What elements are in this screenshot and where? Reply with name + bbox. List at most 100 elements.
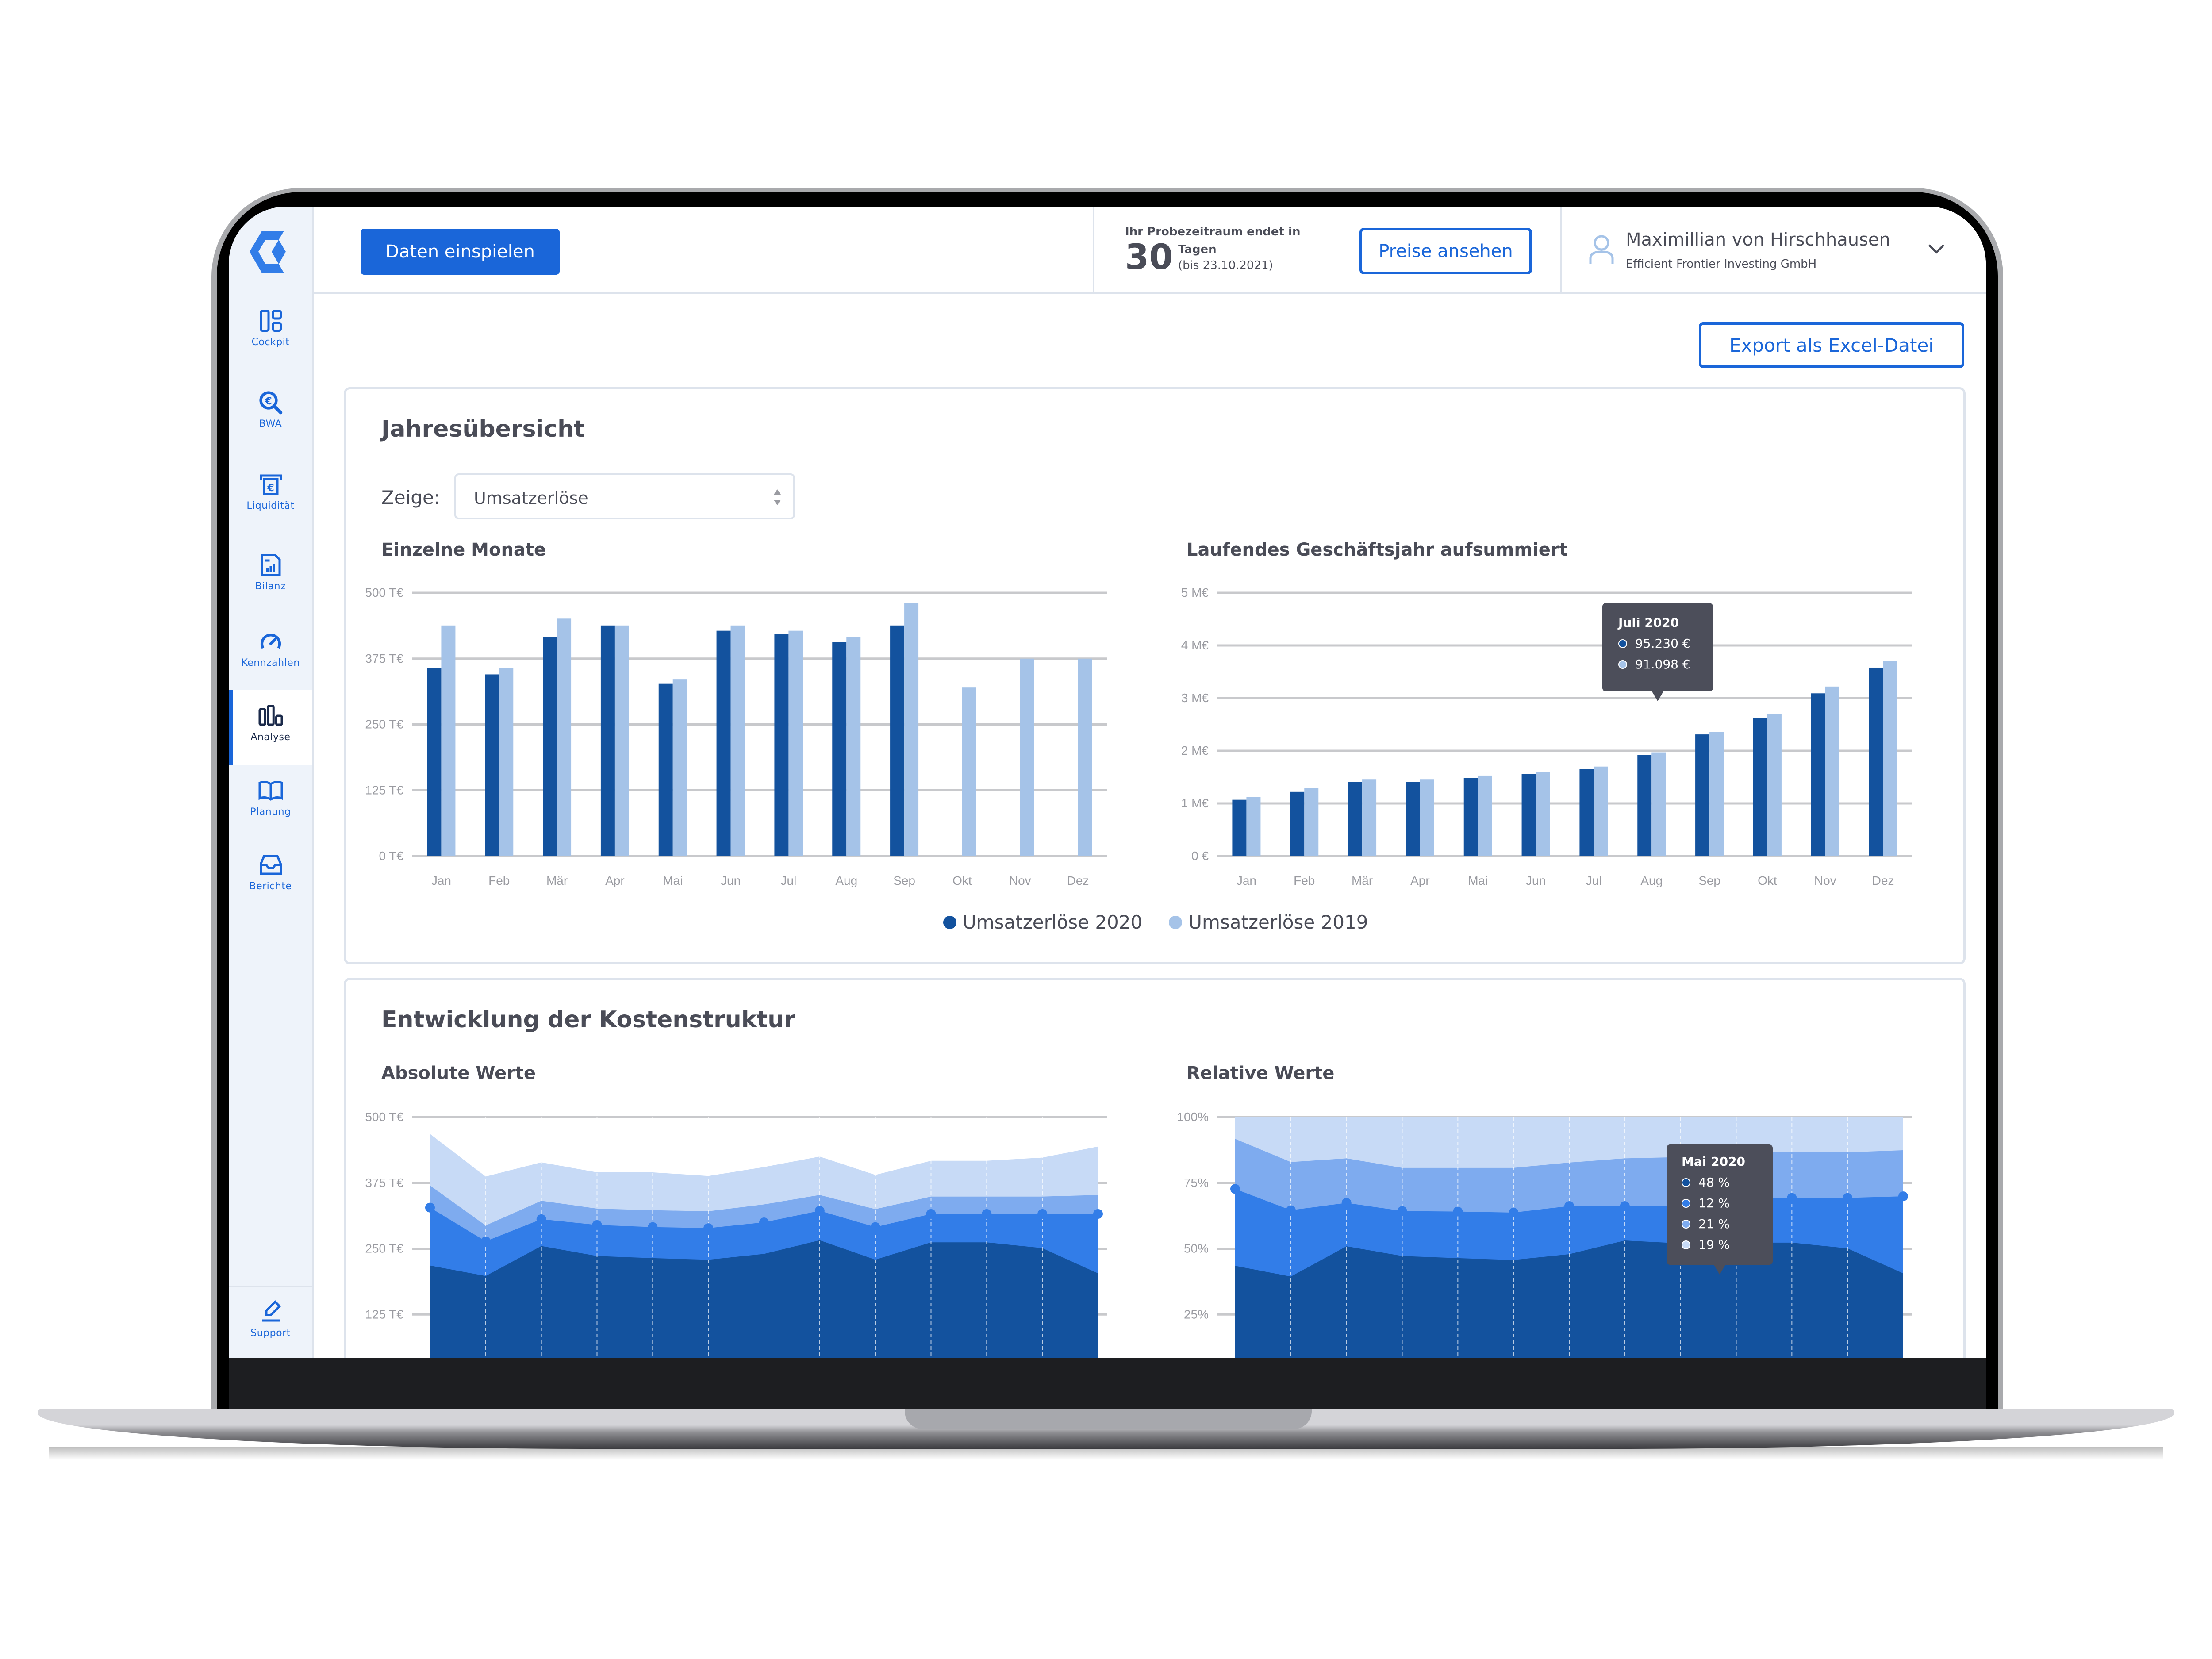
bar bbox=[1232, 799, 1247, 856]
x-tick-label: Jul bbox=[781, 874, 797, 887]
monthly-chart-title: Einzelne Monate bbox=[381, 540, 546, 560]
x-tick-label: Sep bbox=[893, 874, 915, 887]
bar bbox=[658, 683, 673, 856]
metric-select-value: Umsatzerlöse bbox=[474, 488, 588, 508]
brand-logo-icon[interactable] bbox=[249, 231, 288, 273]
user-menu[interactable]: Maximillian von Hirschhausen Efficient F… bbox=[1566, 207, 1986, 294]
report-document-icon bbox=[261, 554, 280, 576]
bar bbox=[1651, 752, 1666, 856]
legend-dot-icon bbox=[1169, 915, 1183, 929]
x-tick-label: Mär bbox=[546, 874, 568, 887]
user-name: Maximillian von Hirschhausen bbox=[1626, 230, 1890, 250]
sidebar-item-planung[interactable]: Planung bbox=[229, 765, 312, 840]
bar bbox=[1246, 797, 1261, 856]
bar-chart-icon bbox=[258, 705, 283, 726]
data-point bbox=[870, 1222, 880, 1232]
tooltip-row: 95.230 € bbox=[1618, 636, 1697, 651]
x-tick-label: Okt bbox=[1758, 874, 1777, 887]
bar bbox=[1536, 772, 1550, 856]
cumulative-tooltip: Juli 2020 95.230 € 91.098 € bbox=[1602, 603, 1713, 701]
bar bbox=[499, 668, 514, 856]
data-point bbox=[1230, 1184, 1240, 1194]
tooltip-row: 19 % bbox=[1682, 1237, 1758, 1252]
sidebar-item-label: Support bbox=[250, 1328, 291, 1339]
inbox-tray-icon bbox=[259, 855, 282, 875]
y-tick-label: 125 T€ bbox=[365, 783, 403, 797]
import-data-button[interactable]: Daten einspielen bbox=[361, 229, 560, 275]
x-tick-label: Jan bbox=[1237, 874, 1256, 887]
x-tick-label: Feb bbox=[1294, 874, 1315, 887]
cumulative-bar-chart: 0 € 1 M€ 2 M€ 3 M€ 4 M€ 5 M€ Jan Feb Mär Apr Mai Ju… bbox=[1181, 586, 1912, 887]
legend-label: Umsatzerlöse 2019 bbox=[1188, 911, 1368, 933]
y-tick-label: 100% bbox=[1177, 1110, 1209, 1124]
svg-text:€: € bbox=[267, 482, 274, 494]
view-pricing-button[interactable]: Preise ansehen bbox=[1359, 228, 1532, 274]
data-point bbox=[759, 1217, 769, 1227]
cumulative-chart-title: Laufendes Geschäftsjahr aufsummiert bbox=[1187, 540, 1568, 560]
bar bbox=[1753, 718, 1767, 856]
bar bbox=[1883, 661, 1897, 856]
sidebar-item-liquiditaet[interactable]: € Liquidität bbox=[229, 459, 312, 534]
bar bbox=[614, 625, 629, 856]
sidebar-item-label: Kennzahlen bbox=[241, 657, 300, 668]
y-tick-label: 375 T€ bbox=[365, 652, 403, 665]
tooltip-value: 19 % bbox=[1698, 1237, 1730, 1252]
x-tick-label: Mai bbox=[663, 874, 683, 887]
legend-item-2020[interactable]: Umsatzerlöse 2020 bbox=[943, 911, 1142, 933]
bar bbox=[543, 637, 557, 856]
bar bbox=[832, 642, 847, 856]
cash-dispenser-icon: € bbox=[259, 474, 282, 495]
laptop-notch bbox=[905, 1409, 1312, 1429]
x-tick-label: Jan bbox=[431, 874, 451, 887]
legend-label: Umsatzerlöse 2020 bbox=[963, 911, 1143, 933]
x-tick-label: Mär bbox=[1352, 874, 1373, 887]
tooltip-value: 48 % bbox=[1698, 1175, 1730, 1190]
export-excel-button[interactable]: Export als Excel-Datei bbox=[1699, 322, 1964, 368]
data-point bbox=[480, 1236, 491, 1246]
open-book-icon bbox=[258, 781, 283, 801]
bar bbox=[846, 637, 861, 856]
tooltip-value: 12 % bbox=[1698, 1196, 1730, 1210]
x-tick-label: Nov bbox=[1009, 874, 1031, 887]
sidebar-item-label: Planung bbox=[250, 806, 291, 818]
sidebar-item-bwa[interactable]: € BWA bbox=[229, 377, 312, 452]
data-point bbox=[1787, 1193, 1797, 1203]
bar bbox=[1811, 693, 1825, 856]
data-point bbox=[814, 1206, 825, 1216]
sidebar-item-berichte[interactable]: Berichte bbox=[229, 839, 312, 914]
data-point bbox=[536, 1214, 546, 1224]
data-point bbox=[1509, 1207, 1519, 1217]
bar bbox=[1348, 782, 1363, 856]
metric-select[interactable]: Umsatzerlöse bbox=[454, 473, 795, 519]
data-point bbox=[1341, 1198, 1352, 1208]
sidebar-item-bilanz[interactable]: Bilanz bbox=[229, 539, 312, 614]
sidebar-item-support[interactable]: Support bbox=[229, 1286, 312, 1358]
bar bbox=[1078, 658, 1092, 856]
bar bbox=[485, 674, 499, 856]
legend-item-2019[interactable]: Umsatzerlöse 2019 bbox=[1169, 911, 1368, 933]
data-point bbox=[1843, 1193, 1853, 1203]
cost-structure-card: Entwicklung der Kostenstruktur Absolute … bbox=[344, 978, 1966, 1358]
data-point bbox=[1898, 1191, 1908, 1202]
sidebar-item-cockpit[interactable]: Cockpit bbox=[229, 295, 312, 370]
bar bbox=[1767, 714, 1782, 856]
y-tick-label: 250 T€ bbox=[365, 1242, 403, 1256]
sidebar-item-kennzahlen[interactable]: Kennzahlen bbox=[229, 616, 312, 691]
chevron-down-icon[interactable] bbox=[1927, 241, 1946, 257]
trial-end-date: (bis 23.10.2021) bbox=[1178, 259, 1273, 272]
y-tick-label: 3 M€ bbox=[1181, 691, 1209, 705]
y-tick-label: 0 € bbox=[1191, 849, 1209, 863]
y-tick-label: 50% bbox=[1184, 1242, 1209, 1256]
bar bbox=[672, 679, 687, 856]
bar bbox=[1406, 782, 1420, 856]
data-point bbox=[1453, 1206, 1463, 1217]
trial-days: 30 bbox=[1125, 238, 1173, 277]
x-tick-label: Jun bbox=[721, 874, 741, 887]
y-tick-label: 500 T€ bbox=[365, 1110, 403, 1124]
x-tick-label: Mai bbox=[1468, 874, 1488, 887]
sidebar-item-label: BWA bbox=[259, 419, 282, 430]
relative-area-chart: 25% 50% 75% 100% bbox=[1177, 1110, 1912, 1358]
series-4-dot bbox=[1682, 1240, 1690, 1249]
sidebar-item-analyse[interactable]: Analyse bbox=[229, 690, 312, 765]
data-point bbox=[1037, 1209, 1048, 1219]
